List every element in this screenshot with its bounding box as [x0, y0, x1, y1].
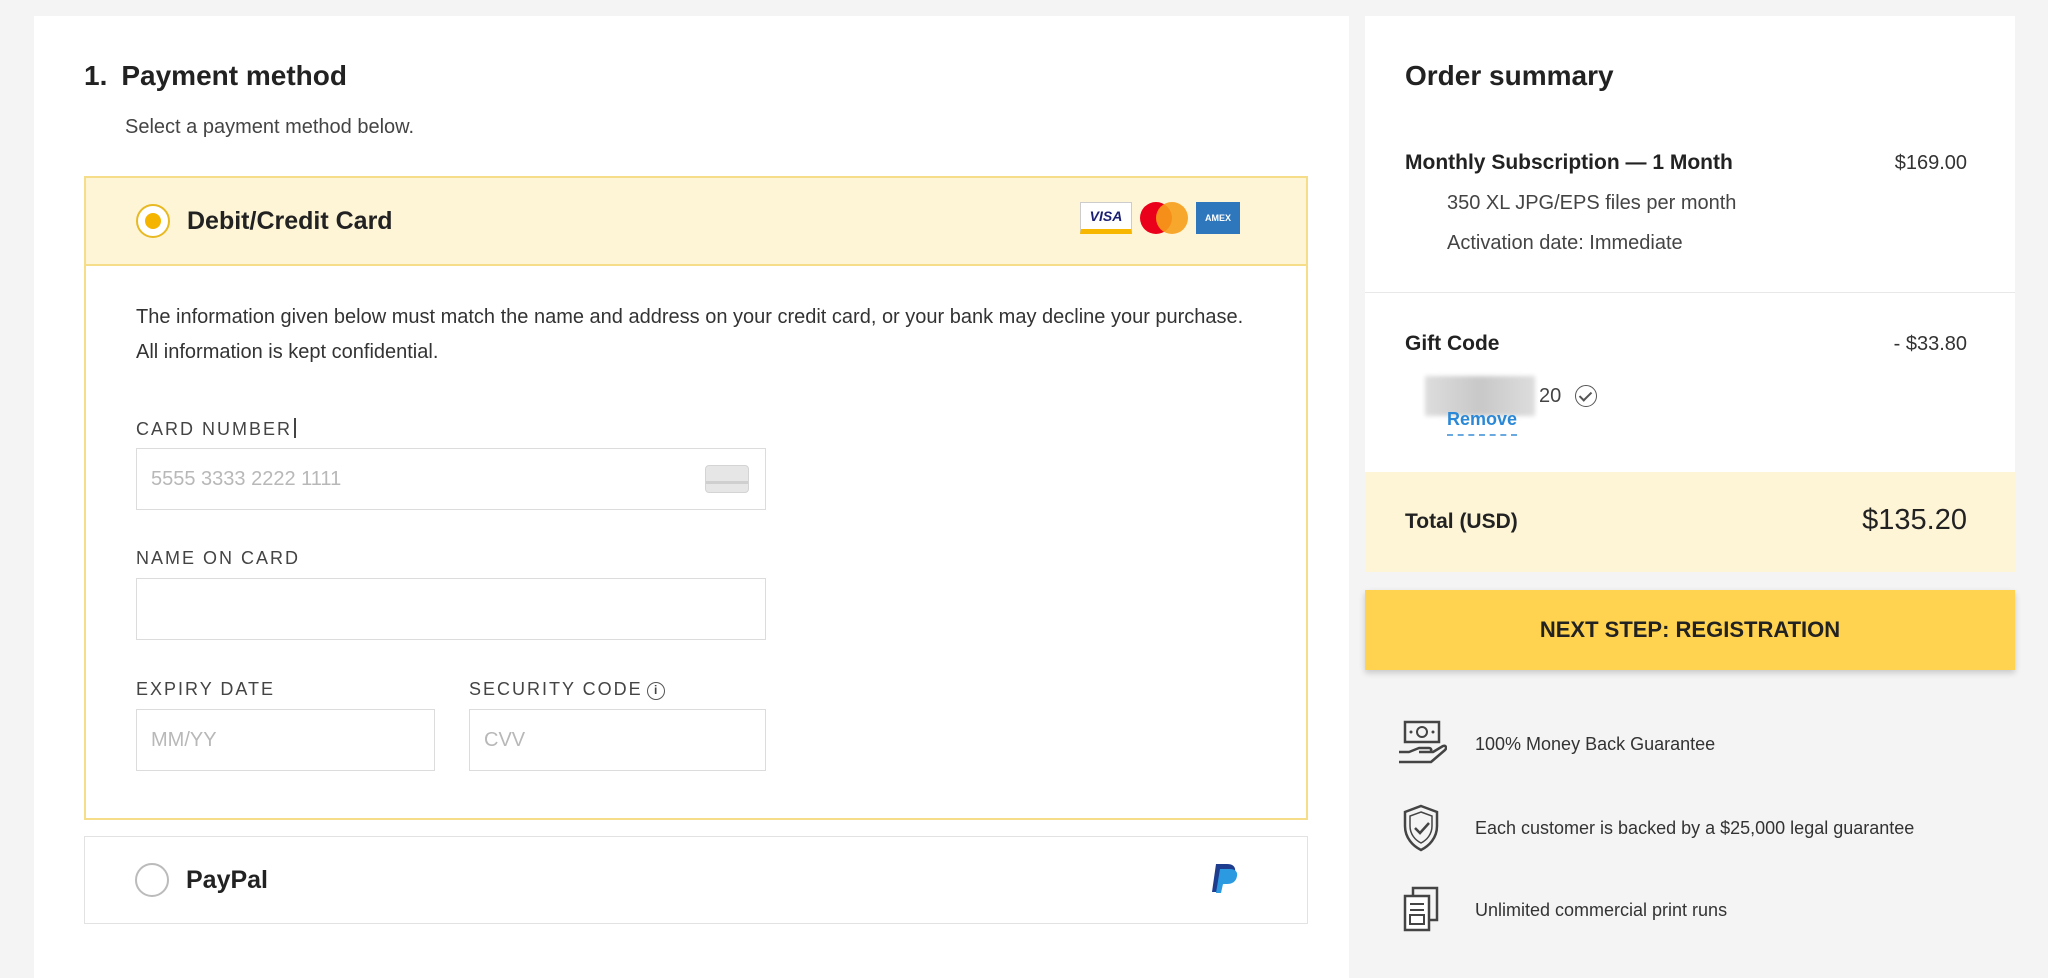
card-info-text: The information given below must match t…	[136, 306, 1244, 363]
guarantee-money-back: 100% Money Back Guarantee	[1395, 718, 1715, 770]
card-payment-option: Debit/Credit Card VISA AMEX The informat…	[84, 176, 1308, 820]
card-option-label: Debit/Credit Card	[187, 207, 393, 235]
subscription-price: $169.00	[1894, 152, 1967, 174]
total-value: $135.20	[1862, 504, 1967, 536]
step-number: 1.	[84, 60, 108, 91]
gift-code-discount: - $33.80	[1893, 333, 1967, 355]
security-code-label: SECURITY CODE i	[469, 679, 665, 700]
guarantee-print-runs: Unlimited commercial print runs	[1395, 884, 1727, 936]
card-number-placeholder: 5555 3333 2222 1111	[151, 467, 342, 490]
guarantee-legal: Each customer is backed by a $25,000 leg…	[1395, 802, 1914, 854]
mastercard-logo	[1138, 202, 1190, 234]
order-summary-panel: Order summary Monthly Subscription — 1 M…	[1365, 16, 2015, 978]
order-summary-title: Order summary	[1405, 60, 1614, 91]
payment-panel: 1. Payment method Select a payment method…	[34, 16, 1349, 978]
shield-check-icon	[1403, 804, 1439, 852]
payment-title-text: Payment method	[121, 60, 347, 91]
subscription-detail-activation: Activation date: Immediate	[1447, 232, 1683, 254]
guarantee-text: Each customer is backed by a $25,000 leg…	[1475, 817, 1915, 838]
gift-code-suffix: 20	[1539, 384, 1562, 407]
guarantee-text: 100% Money Back Guarantee	[1475, 733, 1716, 754]
card-radio[interactable]	[136, 204, 170, 238]
credit-card-icon	[705, 465, 749, 493]
subscription-detail-files: 350 XL JPG/EPS files per month	[1447, 192, 1737, 214]
subscription-name: Monthly Subscription — 1 Month	[1405, 151, 1733, 174]
order-summary-card: Order summary Monthly Subscription — 1 M…	[1365, 16, 2015, 572]
money-hand-icon	[1399, 720, 1447, 764]
payment-subtitle: Select a payment method below.	[125, 116, 415, 138]
print-copies-icon	[1403, 886, 1439, 932]
expiry-date-placeholder: MM/YY	[151, 728, 217, 751]
card-number-label-text: CARD NUMBER	[136, 419, 293, 439]
paypal-option-label: PayPal	[186, 866, 269, 894]
paypal-payment-option[interactable]: PayPal	[84, 836, 1308, 924]
payment-title: 1. Payment method	[84, 60, 347, 92]
check-circle-icon	[1575, 385, 1598, 407]
remove-gift-code-link[interactable]: Remove	[1447, 409, 1518, 436]
expiry-date-input[interactable]: MM/YY	[136, 709, 435, 771]
card-brand-logos: VISA AMEX	[1080, 202, 1240, 234]
paypal-radio[interactable]	[135, 863, 169, 897]
amex-logo: AMEX	[1196, 202, 1240, 234]
name-on-card-input[interactable]	[136, 578, 766, 640]
total-label: Total (USD)	[1405, 510, 1518, 533]
card-number-label: CARD NUMBER	[136, 418, 297, 440]
security-code-label-text: SECURITY CODE	[469, 679, 643, 699]
card-number-input[interactable]: 5555 3333 2222 1111	[136, 448, 766, 510]
total-bar: Total (USD) $135.20	[1365, 472, 2015, 572]
next-step-registration-button[interactable]: NEXT STEP: REGISTRATION	[1365, 590, 2015, 670]
security-code-input[interactable]: CVV	[469, 709, 766, 771]
card-option-header[interactable]: Debit/Credit Card VISA AMEX	[86, 178, 1306, 266]
guarantee-text: Unlimited commercial print runs	[1475, 899, 1728, 920]
summary-divider	[1365, 292, 2015, 293]
expiry-date-label: EXPIRY DATE	[136, 679, 276, 699]
name-on-card-label: NAME ON CARD	[136, 548, 301, 568]
text-cursor	[294, 418, 297, 438]
security-code-placeholder: CVV	[484, 728, 526, 751]
info-icon[interactable]: i	[646, 682, 665, 700]
paypal-logo-icon	[1212, 864, 1238, 893]
gift-code-label: Gift Code	[1405, 332, 1500, 355]
visa-logo: VISA	[1080, 202, 1132, 234]
